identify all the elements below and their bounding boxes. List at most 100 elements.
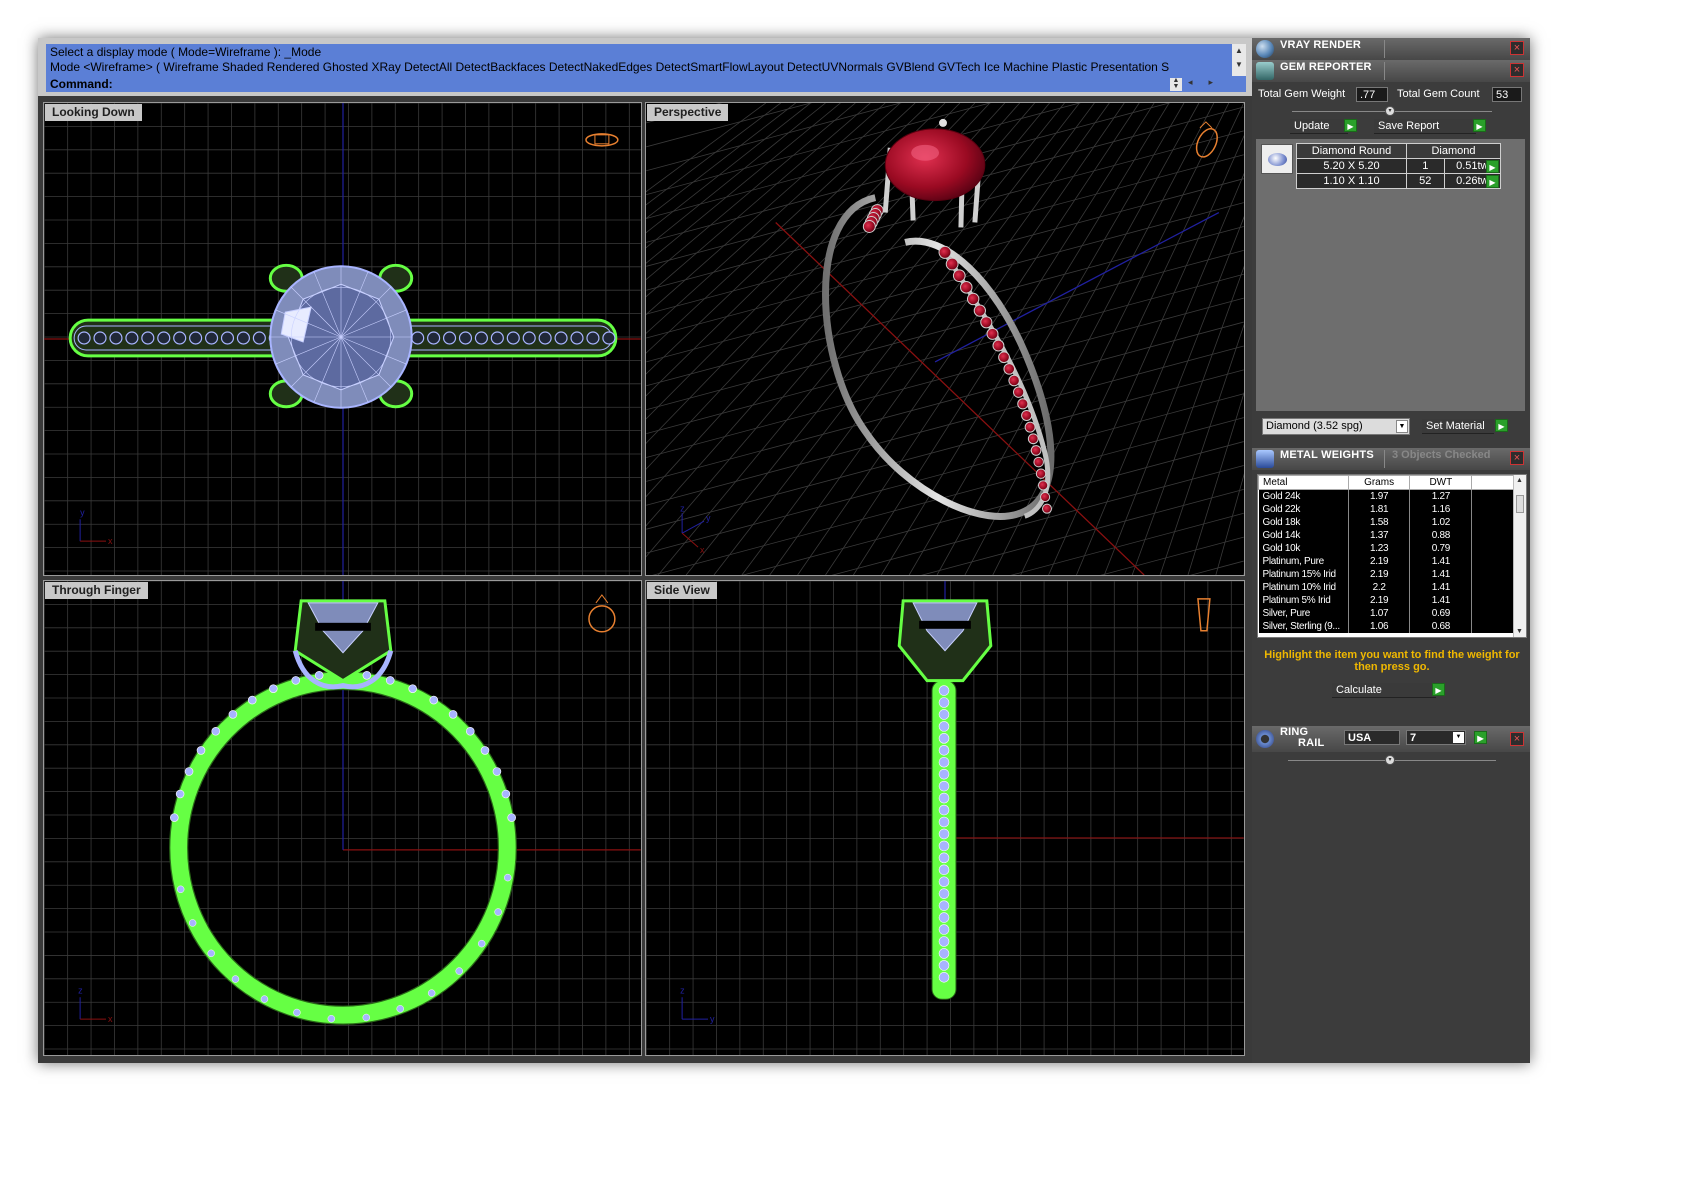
save-report-go-icon[interactable]: ▶ — [1473, 119, 1486, 132]
gem-row-go-icon[interactable]: ▶ — [1486, 160, 1499, 173]
update-go-icon[interactable]: ▶ — [1344, 119, 1357, 132]
close-icon[interactable]: × — [1510, 732, 1524, 746]
viewport-title[interactable]: Side View — [647, 582, 717, 599]
ring-shank-side-wireframe — [931, 680, 957, 1000]
metal-weights-row[interactable]: Gold 10k 1.23 0.79 — [1258, 541, 1514, 555]
metal-name: Platinum 10% Irid — [1258, 580, 1349, 594]
command-scroll-arrows[interactable]: ◂▸ — [1188, 77, 1229, 88]
metal-weights-row[interactable]: Silver, Sterling (9... 1.06 0.68 — [1258, 619, 1514, 633]
viewport-side-view[interactable]: Side View z y — [645, 580, 1245, 1056]
metal-weights-row[interactable]: Gold 18k 1.58 1.02 — [1258, 515, 1514, 529]
viewport-canvas[interactable]: z y — [646, 581, 1244, 1055]
metal-weights-header[interactable]: METAL WEIGHTS 3 Objects Checked × — [1252, 448, 1530, 470]
viewport-title[interactable]: Perspective — [647, 104, 729, 121]
scroll-down-icon[interactable]: ▼ — [1516, 628, 1523, 635]
metal-weights-row[interactable]: Gold 24k 1.97 1.27 — [1258, 489, 1514, 503]
calculate-button[interactable]: Calculate — [1332, 683, 1436, 698]
ring-standard-value: USA — [1348, 732, 1372, 744]
material-select-value: Diamond (3.52 spg) — [1266, 420, 1363, 432]
metal-weights-scrollbar[interactable]: ▲ ▼ — [1513, 475, 1526, 637]
gem-table-row[interactable]: 1.10 X 1.10 52 0.26tw — [1296, 173, 1502, 189]
calculate-go-icon[interactable]: ▶ — [1432, 683, 1445, 696]
close-icon[interactable]: × — [1510, 63, 1524, 77]
viewport-looking-down[interactable]: Looking Down y x — [43, 102, 642, 576]
metal-grams: 1.58 — [1348, 515, 1411, 529]
gem-table-header: Diamond Round Diamond — [1296, 143, 1501, 159]
gem-row-go-icon[interactable]: ▶ — [1486, 175, 1499, 188]
calculate-button-label: Calculate — [1336, 684, 1382, 696]
metal-dwt: 1.16 — [1409, 502, 1473, 516]
gem-reporter-header[interactable]: GEM REPORTER × — [1252, 60, 1530, 82]
command-history-scrollbar[interactable]: ▲ ▼ — [1232, 44, 1246, 76]
viewport-canvas[interactable]: z x — [44, 581, 641, 1055]
gem-table-row[interactable]: 5.20 X 5.20 1 0.51tw — [1296, 158, 1502, 174]
ring-rail-header[interactable]: RING RAIL USA 7 ▼ ▶ × — [1252, 726, 1530, 752]
command-spin-icon[interactable]: ▲ ▼ — [1170, 77, 1182, 91]
gem-count: 1 — [1406, 158, 1445, 174]
set-material-button[interactable]: Set Material — [1422, 419, 1494, 434]
save-report-button[interactable]: Save Report — [1374, 119, 1476, 134]
metal-extra-cell — [1471, 593, 1514, 607]
view-cube-icon[interactable] — [588, 594, 616, 633]
metal-dwt: 1.41 — [1409, 580, 1473, 594]
metal-weights-row[interactable]: Platinum 15% Irid 2.19 1.41 — [1258, 567, 1514, 581]
scrollbar-thumb[interactable] — [1516, 495, 1524, 513]
axis-label-x: x — [108, 536, 113, 546]
ring-size-select[interactable]: 7 ▼ — [1406, 730, 1466, 745]
ring-rail-slider-knob[interactable]: ▾ — [1385, 755, 1395, 765]
metal-weights-row[interactable]: Platinum 10% Irid 2.2 1.41 — [1258, 580, 1514, 594]
metal-extra-cell — [1471, 515, 1514, 529]
axis-indicator: z x — [78, 985, 113, 1024]
panel-title: VRAY RENDER — [1280, 39, 1362, 51]
gem-reporter-icon — [1256, 62, 1274, 80]
metal-weights-row[interactable]: Platinum, Pure 2.19 1.41 — [1258, 554, 1514, 568]
ring-rail-go-icon[interactable]: ▶ — [1474, 731, 1487, 744]
scroll-up-icon[interactable]: ▲ — [1516, 477, 1523, 484]
chevron-down-icon[interactable]: ▼ — [1453, 732, 1464, 743]
metal-extra-cell — [1471, 567, 1514, 581]
chevron-down-icon[interactable]: ▼ — [1396, 420, 1408, 433]
axis-label-x: x — [108, 1014, 113, 1024]
command-prompt[interactable]: Command: — [46, 76, 1246, 92]
gem-slider-knob[interactable]: ▾ — [1385, 106, 1395, 116]
metal-weights-row[interactable]: Platinum 5% Irid 2.19 1.41 — [1258, 593, 1514, 607]
metal-extra-cell — [1471, 541, 1514, 555]
viewport-perspective[interactable]: Perspective z y x — [645, 102, 1245, 576]
material-select[interactable]: Diamond (3.52 spg) ▼ — [1262, 418, 1410, 435]
metal-extra-cell — [1471, 528, 1514, 542]
viewport-through-finger[interactable]: Through Finger z x — [43, 580, 642, 1056]
metal-dwt: 1.41 — [1409, 567, 1473, 581]
divider — [1384, 62, 1385, 80]
metal-grams: 1.37 — [1348, 528, 1411, 542]
command-history: Select a display mode ( Mode=Wireframe )… — [46, 44, 1232, 76]
gem-table[interactable]: Diamond Round Diamond 5.20 X 5.20 1 0.51… — [1296, 143, 1502, 189]
update-button[interactable]: Update — [1290, 119, 1348, 134]
metal-name: Platinum 15% Irid — [1258, 567, 1349, 581]
ring-standard-select[interactable]: USA — [1344, 730, 1400, 745]
metal-weights-row[interactable]: Gold 22k 1.81 1.16 — [1258, 502, 1514, 516]
gem-thumbnail-icon[interactable] — [1261, 144, 1293, 174]
viewport-canvas[interactable]: z y x — [646, 103, 1244, 575]
metal-weights-row[interactable]: Silver, Pure 1.07 0.69 — [1258, 606, 1514, 620]
viewport-canvas[interactable]: y x — [44, 103, 641, 575]
arrow-left-icon[interactable]: ◂ — [1188, 77, 1209, 87]
metal-grams: 1.97 — [1348, 489, 1411, 503]
gem-list[interactable]: Diamond Round Diamond 5.20 X 5.20 1 0.51… — [1256, 139, 1525, 411]
vray-render-header[interactable]: VRAY RENDER × — [1252, 38, 1530, 60]
metal-weights-table[interactable]: Metal Grams DWT Gold 24k 1.97 1.27 Gold 22k… — [1258, 475, 1514, 633]
metal-column-header: Metal — [1258, 475, 1349, 490]
arrow-right-icon[interactable]: ▸ — [1209, 77, 1230, 87]
metal-name: Gold 24k — [1258, 489, 1349, 503]
metal-weights-list[interactable]: Metal Grams DWT Gold 24k 1.97 1.27 Gold 22k… — [1257, 474, 1527, 638]
viewport-title[interactable]: Looking Down — [45, 104, 142, 121]
viewport-title[interactable]: Through Finger — [45, 582, 148, 599]
metal-weights-row[interactable]: Gold 14k 1.37 0.88 — [1258, 528, 1514, 542]
metal-name: Platinum, Pure — [1258, 554, 1349, 568]
close-icon[interactable]: × — [1510, 451, 1524, 465]
close-icon[interactable]: × — [1510, 41, 1524, 55]
gem-size: 1.10 X 1.10 — [1296, 173, 1407, 189]
metal-name: Gold 18k — [1258, 515, 1349, 529]
set-material-go-icon[interactable]: ▶ — [1495, 419, 1508, 432]
view-cube-icon[interactable] — [585, 133, 619, 147]
metal-extra-cell — [1471, 502, 1514, 516]
